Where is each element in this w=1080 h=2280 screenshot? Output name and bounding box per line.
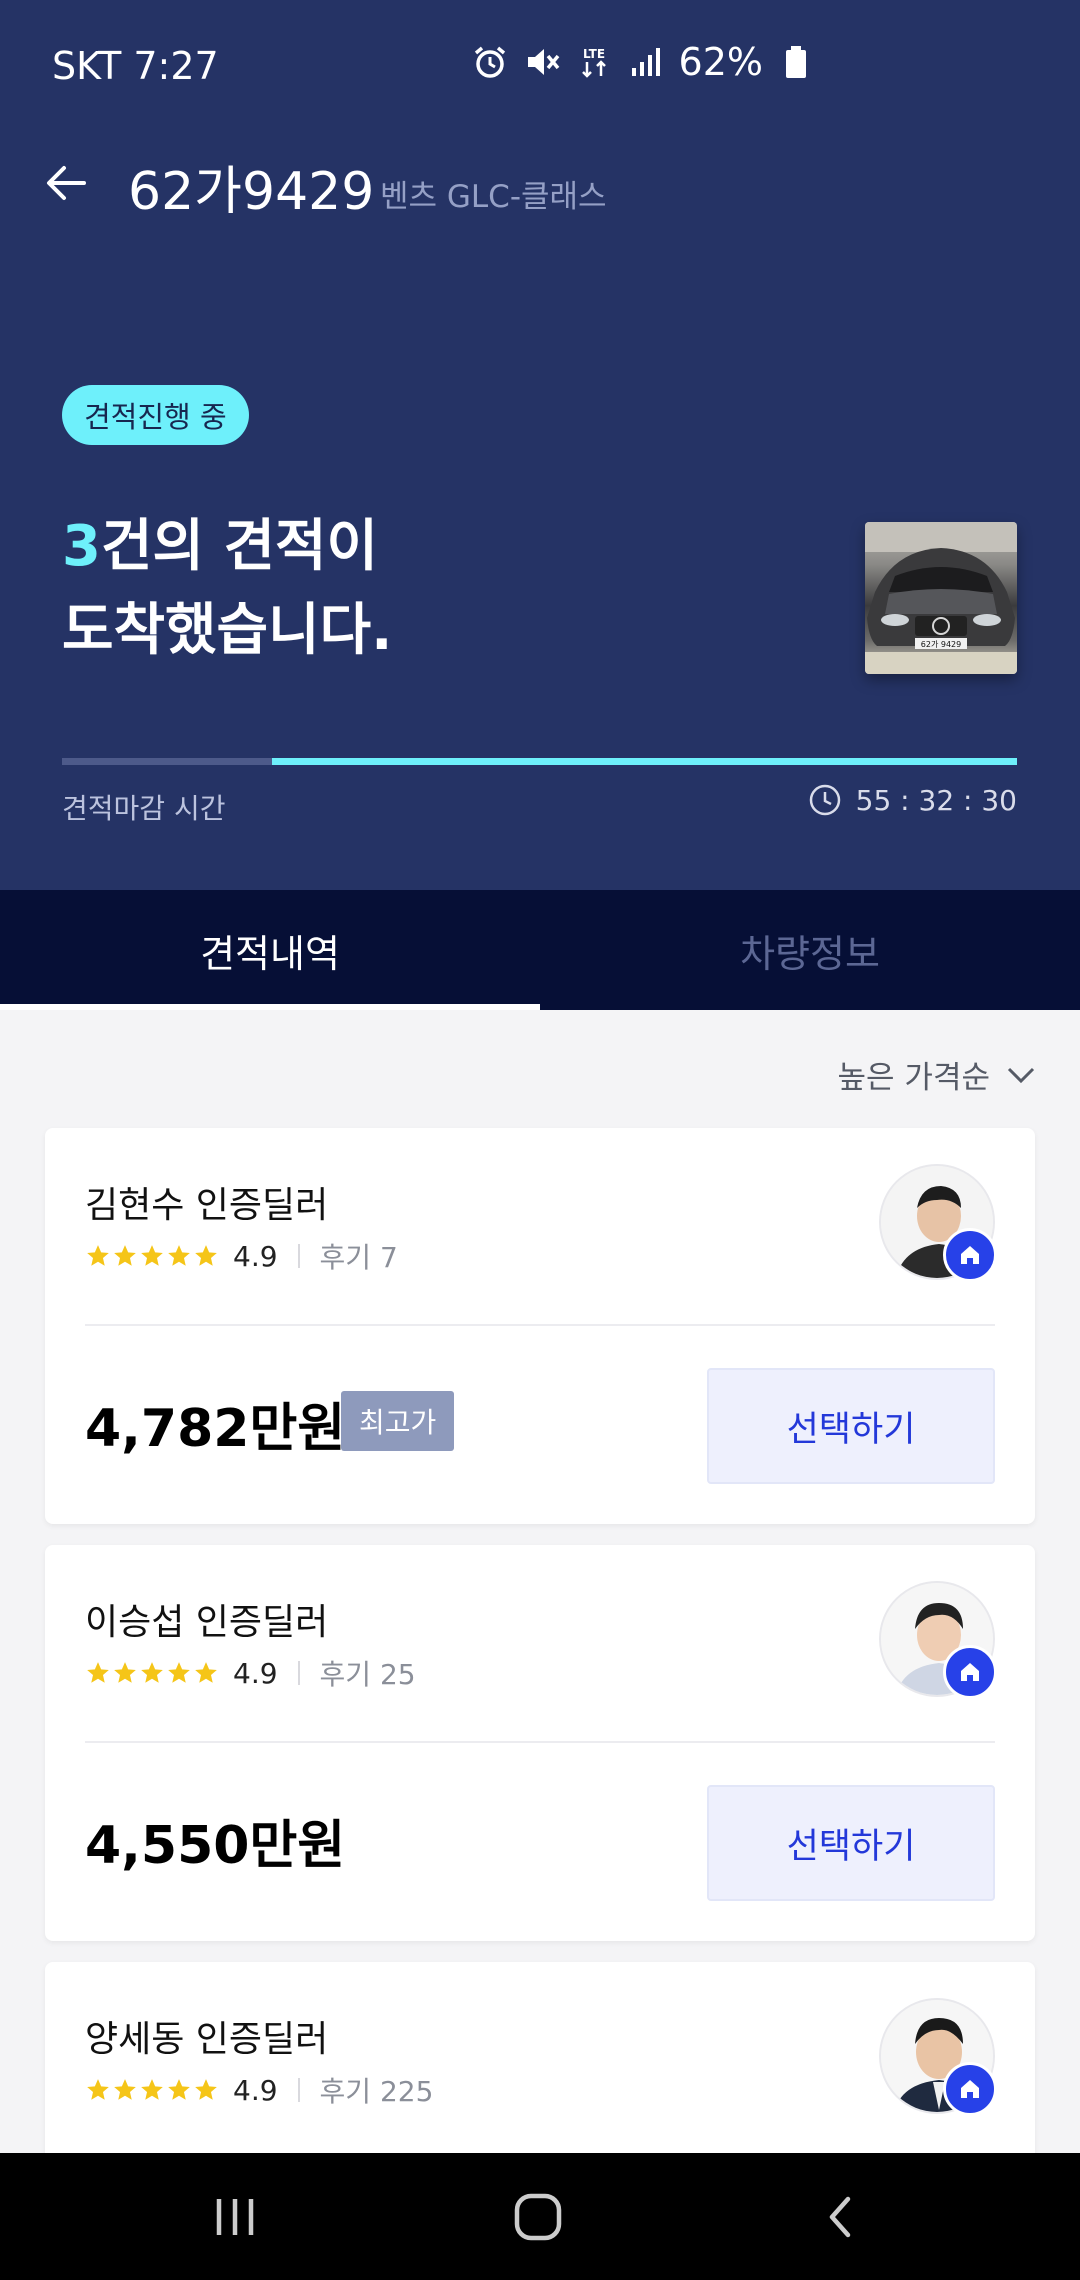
sort-label: 높은 가격순: [837, 1060, 990, 1096]
sort-dropdown[interactable]: 높은 가격순: [838, 1052, 1036, 1097]
star-rating: [85, 2077, 219, 2103]
review-count[interactable]: 후기 7: [320, 1236, 398, 1276]
star-rating: [85, 1660, 219, 1686]
star-icon: [87, 1662, 109, 1683]
house-icon: [943, 1228, 997, 1282]
headline: 3건의 견적이 도착했습니다.: [62, 505, 392, 673]
battery-percent: 62%: [678, 40, 763, 84]
svg-text:LTE: LTE: [583, 47, 605, 61]
chevron-down-icon: [1007, 1067, 1035, 1083]
star-icon: [168, 2079, 190, 2100]
status-icons: LTE 62%: [471, 40, 815, 84]
star-icon: [141, 1245, 163, 1266]
star-icon: [114, 2079, 136, 2100]
star-icon: [141, 1662, 163, 1683]
car-photo: 62가 9429: [865, 522, 1017, 674]
dealer-rating: 4.9 후기 7: [85, 1236, 398, 1276]
car-thumbnail[interactable]: 62가 9429: [865, 522, 1017, 674]
deadline-timer: 55 : 32 : 30: [808, 783, 1017, 817]
star-icon: [114, 1245, 136, 1266]
divider: [297, 1661, 300, 1685]
deadline-timer-value: 55 : 32 : 30: [855, 783, 1017, 817]
best-price-badge: 최고가: [341, 1391, 455, 1451]
battery-icon: [777, 43, 815, 81]
divider: [297, 2078, 300, 2102]
divider: [297, 1244, 300, 1268]
quote-list-section: 높은 가격순 김현수 인증딜러 4.9 후기 7 4,782만원 최고가 선택하…: [0, 1010, 1080, 2153]
quote-price: 4,782만원: [85, 1399, 346, 1459]
hero-section: SKT 7:27 LTE 62% 62가9429 벤츠 GLC-클래스 견적진행…: [0, 0, 1080, 890]
lte-icon: LTE: [575, 43, 613, 81]
quote-price: 4,550만원: [85, 1816, 346, 1876]
quote-card: 김현수 인증딜러 4.9 후기 7 4,782만원 최고가 선택하기: [45, 1128, 1035, 1524]
rating-value: 4.9: [233, 2073, 278, 2107]
chevron-left-icon: [829, 2196, 851, 2238]
rating-value: 4.9: [233, 1656, 278, 1690]
home-icon: [514, 2193, 562, 2241]
star-icon: [195, 2079, 217, 2100]
svg-text:62가 9429: 62가 9429: [921, 640, 961, 649]
star-icon: [141, 2079, 163, 2100]
dealer-rating: 4.9 후기 25: [85, 1653, 416, 1693]
deadline-progress-fill: [272, 758, 1017, 765]
tab-bar: 견적내역 차량정보: [0, 890, 1080, 1010]
star-icon: [87, 2079, 109, 2100]
star-icon: [114, 1662, 136, 1683]
deadline-label: 견적마감 시간: [62, 792, 226, 825]
dealer-avatar[interactable]: [879, 1998, 997, 2116]
dealer-avatar[interactable]: [879, 1164, 997, 1282]
dealer-name: 김현수 인증딜러: [85, 1185, 329, 1226]
car-model: 벤츠 GLC-클래스: [380, 179, 607, 215]
house-icon: [943, 1645, 997, 1699]
clock-icon: [809, 784, 840, 816]
system-nav-bar: [0, 2153, 1080, 2280]
quote-card: 이승섭 인증딜러 4.9 후기 25 4,550만원 선택하기: [45, 1545, 1035, 1941]
status-bar: SKT 7:27 LTE 62%: [0, 0, 1080, 135]
tab-quotes[interactable]: 견적내역: [0, 890, 540, 1010]
recent-apps-button[interactable]: [195, 2179, 275, 2255]
headline-line2: 도착했습니다.: [62, 598, 393, 663]
alarm-icon: [471, 43, 509, 81]
star-rating: [85, 1243, 219, 1269]
dealer-name: 양세동 인증딜러: [85, 2019, 329, 2060]
star-icon: [168, 1245, 190, 1266]
recent-apps-icon: [216, 2199, 254, 2235]
app-bar: 62가9429 벤츠 GLC-클래스: [0, 135, 1080, 225]
status-chip: 견적진행 중: [62, 385, 249, 445]
home-button[interactable]: [498, 2179, 578, 2255]
review-count[interactable]: 후기 25: [320, 1653, 416, 1693]
select-button[interactable]: 선택하기: [707, 1785, 995, 1901]
status-carrier-time: SKT 7:27: [52, 44, 219, 88]
select-button[interactable]: 선택하기: [707, 1368, 995, 1484]
star-icon: [195, 1245, 217, 1266]
arrow-left-icon: [47, 166, 86, 200]
car-plate: 62가9429: [128, 162, 375, 222]
quote-count: 3: [62, 514, 101, 579]
back-nav-button[interactable]: [800, 2179, 880, 2255]
mute-icon: [523, 43, 561, 81]
tab-vehicle-info[interactable]: 차량정보: [540, 890, 1080, 1010]
dealer-name: 이승섭 인증딜러: [85, 1602, 329, 1643]
card-divider: [85, 1741, 995, 1743]
card-divider: [85, 1324, 995, 1326]
house-icon: [943, 2062, 997, 2116]
review-count[interactable]: 후기 225: [320, 2070, 434, 2110]
star-icon: [168, 1662, 190, 1683]
star-icon: [195, 1662, 217, 1683]
back-button[interactable]: [38, 155, 94, 211]
dealer-avatar[interactable]: [879, 1581, 997, 1699]
deadline-progress-bar: [62, 758, 1017, 765]
dealer-rating: 4.9 후기 225: [85, 2070, 433, 2110]
rating-value: 4.9: [233, 1239, 278, 1273]
headline-line1: 3건의 견적이: [62, 514, 379, 579]
signal-icon: [627, 43, 665, 81]
star-icon: [87, 1245, 109, 1266]
quote-card: 양세동 인증딜러 4.9 후기 225: [45, 1962, 1035, 2153]
